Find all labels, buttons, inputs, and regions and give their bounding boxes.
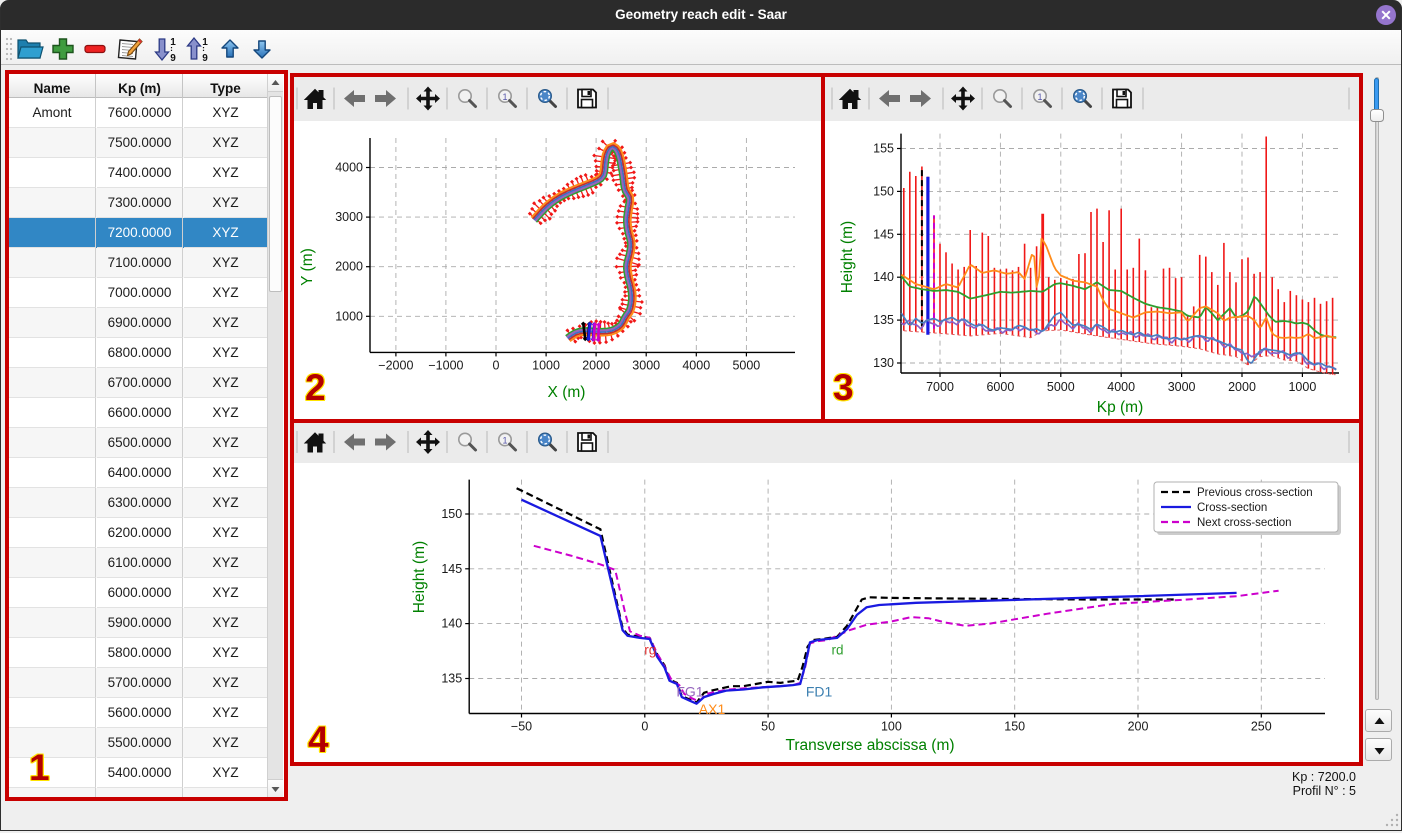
svg-text:1000: 1000 — [532, 358, 560, 372]
svg-text:1000: 1000 — [335, 309, 363, 323]
svg-text:−50: −50 — [511, 720, 532, 734]
svg-text:0: 0 — [493, 358, 500, 372]
svg-text:1: 1 — [202, 37, 208, 48]
svg-text:AX1: AX1 — [699, 701, 726, 717]
svg-text:Previous cross-section: Previous cross-section — [1197, 487, 1313, 499]
svg-text:145: 145 — [441, 562, 462, 576]
svg-text:Next cross-section: Next cross-section — [1197, 517, 1292, 529]
svg-text:250: 250 — [1251, 720, 1272, 734]
svg-text:50: 50 — [761, 720, 775, 734]
svg-text:1: 1 — [170, 37, 176, 48]
svg-text:155: 155 — [873, 142, 894, 156]
svg-text:9: 9 — [202, 53, 208, 64]
svg-text:150: 150 — [1004, 720, 1025, 734]
svg-text:140: 140 — [873, 270, 894, 284]
svg-text:140: 140 — [441, 617, 462, 631]
svg-text:1: 1 — [1037, 92, 1042, 102]
svg-text:Transverse abscissa (m): Transverse abscissa (m) — [785, 737, 954, 754]
svg-text:Cross-section: Cross-section — [1197, 502, 1267, 514]
svg-text:FD1: FD1 — [806, 684, 833, 700]
svg-text:4000: 4000 — [335, 161, 363, 175]
svg-text:rd: rd — [831, 642, 843, 657]
svg-text:5000: 5000 — [1047, 380, 1075, 394]
svg-text:4000: 4000 — [1107, 380, 1135, 394]
svg-text:3000: 3000 — [335, 210, 363, 224]
svg-text:rg: rg — [644, 642, 656, 657]
svg-text:4000: 4000 — [682, 358, 710, 372]
svg-text:3000: 3000 — [632, 358, 660, 372]
svg-text:Y (m): Y (m) — [299, 248, 316, 286]
svg-text:1: 1 — [502, 92, 507, 102]
svg-text:200: 200 — [1128, 720, 1149, 734]
svg-text:2000: 2000 — [582, 358, 610, 372]
svg-text:2000: 2000 — [1228, 380, 1256, 394]
svg-text:1000: 1000 — [1288, 380, 1316, 394]
svg-text:0: 0 — [641, 720, 648, 734]
svg-text:7000: 7000 — [926, 380, 954, 394]
svg-text:150: 150 — [873, 184, 894, 198]
svg-text:3000: 3000 — [1168, 380, 1196, 394]
svg-text:FG1: FG1 — [676, 684, 703, 700]
svg-text:135: 135 — [873, 313, 894, 327]
svg-text:145: 145 — [873, 227, 894, 241]
svg-text:Height (m): Height (m) — [411, 541, 428, 613]
svg-text:Kp (m): Kp (m) — [1097, 399, 1144, 416]
svg-text:135: 135 — [441, 672, 462, 686]
svg-text:Height (m): Height (m) — [839, 221, 856, 293]
svg-text:5000: 5000 — [732, 358, 760, 372]
svg-text:−1000: −1000 — [428, 358, 463, 372]
svg-text:100: 100 — [881, 720, 902, 734]
svg-text:9: 9 — [170, 53, 176, 64]
svg-text:2000: 2000 — [335, 260, 363, 274]
svg-text:1: 1 — [502, 436, 507, 446]
svg-text:6000: 6000 — [986, 380, 1014, 394]
svg-text:150: 150 — [441, 507, 462, 521]
svg-text:−2000: −2000 — [378, 358, 413, 372]
svg-text:130: 130 — [873, 356, 894, 370]
svg-text:X (m): X (m) — [548, 384, 586, 401]
